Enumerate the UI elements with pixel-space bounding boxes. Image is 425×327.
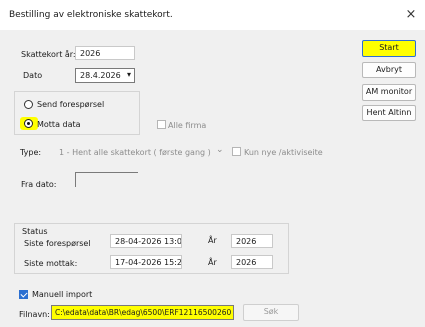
kun-nye-checkbox[interactable]: [232, 147, 241, 156]
dato-label: Dato: [23, 71, 43, 80]
skattekort-ar-label: Skattekort år:: [21, 50, 76, 59]
dialog-window: Bestilling av elektroniske skattekort. ×…: [0, 0, 425, 327]
close-button[interactable]: ×: [400, 5, 422, 25]
send-foresporsel-radio[interactable]: [24, 100, 33, 109]
manuell-import-label: Manuell import: [32, 290, 93, 299]
chevron-down-icon: ▾: [126, 70, 131, 79]
siste-foresporsel-ar-label: År: [208, 236, 217, 245]
filnavn-input[interactable]: C:\edata\data\BR\edag\6500\ERF1211650026…: [51, 305, 234, 320]
type-chevron-down-icon[interactable]: ⌄: [216, 145, 224, 155]
kun-nye-label: Kun nye /aktiviseite: [244, 148, 323, 157]
sok-button[interactable]: Søk: [243, 304, 299, 321]
skattekort-ar-input[interactable]: 2026: [75, 46, 135, 60]
motta-data-label: Motta data: [37, 120, 81, 129]
siste-foresporsel-ar-field: 2026: [231, 234, 273, 248]
siste-mottak-field: 17-04-2026 15:23: [110, 255, 182, 269]
siste-mottak-ar-label: År: [208, 258, 217, 267]
motta-data-radio[interactable]: [24, 119, 33, 128]
hent-altinn-button[interactable]: Hent Altinn: [362, 105, 416, 121]
fra-dato-input[interactable]: [75, 172, 138, 187]
siste-foresporsel-field: 28-04-2026 13:05: [110, 234, 182, 248]
status-header: Status: [22, 227, 48, 236]
am-monitor-button[interactable]: AM monitor: [362, 84, 416, 101]
start-button[interactable]: Start: [362, 40, 416, 57]
window-title: Bestilling av elektroniske skattekort.: [9, 10, 173, 20]
avbryt-button[interactable]: Avbryt: [362, 62, 416, 78]
fra-dato-label: Fra dato:: [21, 180, 57, 189]
send-foresporsel-label: Send forespørsel: [37, 100, 105, 109]
siste-mottak-label: Siste mottak:: [24, 259, 78, 268]
siste-foresporsel-label: Siste forespørsel: [24, 239, 91, 248]
alle-firma-checkbox[interactable]: [157, 120, 166, 129]
type-label: Type:: [20, 148, 42, 157]
siste-mottak-ar-field: 2026: [231, 255, 273, 269]
alle-firma-label: Alle firma: [168, 121, 207, 130]
filnavn-label: Filnavn:: [19, 310, 50, 319]
manuell-import-checkbox[interactable]: [19, 290, 28, 299]
type-dropdown[interactable]: 1 - Hent alle skattekort ( første gang ): [59, 148, 211, 157]
dato-dropdown[interactable]: 28.4.2026 ▾: [75, 68, 135, 83]
dato-value: 28.4.2026: [80, 71, 121, 80]
